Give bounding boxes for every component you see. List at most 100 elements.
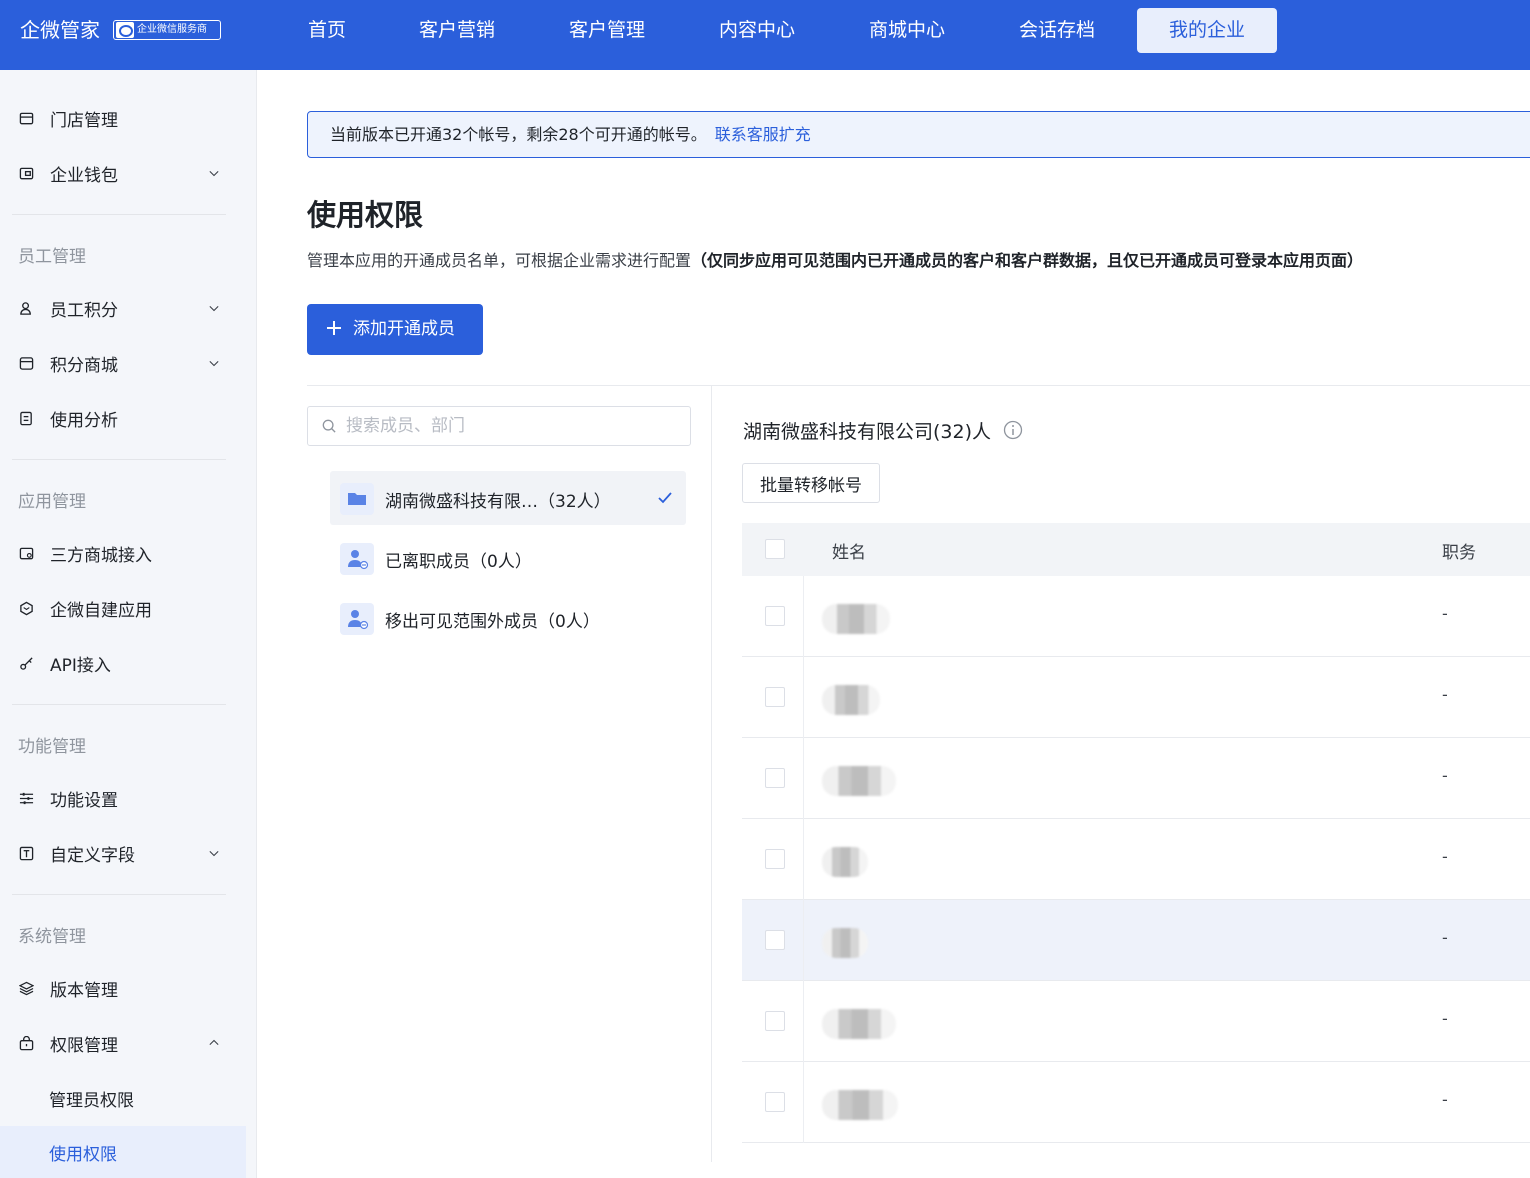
group-title-system: 系统管理 [18, 927, 86, 947]
sidebar-item-label: 使用权限 [49, 1145, 117, 1165]
blurred-avatar-name [822, 604, 890, 634]
group-title-apps: 应用管理 [18, 492, 86, 512]
table-row[interactable]: - [742, 657, 1530, 738]
contact-support-link[interactable]: 联系客服扩充 [715, 125, 811, 144]
cell-separator [803, 1062, 804, 1143]
sidebar-item-store[interactable]: 门店管理 [0, 98, 246, 138]
sidebar-item-custom-app[interactable]: 企微自建应用 [0, 588, 246, 628]
brand-logo[interactable]: 企微管家 [20, 16, 100, 44]
sidebar-item-wallet[interactable]: 企业钱包 [0, 153, 246, 193]
nav-customer-management[interactable]: 客户管理 [557, 8, 657, 53]
cube-icon [20, 601, 33, 615]
cell-separator [803, 576, 804, 657]
sidebar-item-label: 门店管理 [50, 110, 118, 131]
table-row[interactable]: - [742, 981, 1530, 1062]
user-points-icon [20, 301, 31, 315]
blurred-avatar-name [822, 685, 880, 715]
sidebar-item-label: 三方商城接入 [50, 545, 152, 566]
tree-item-out-of-scope[interactable]: 移出可见范围外成员（0人） [330, 591, 686, 645]
sidebar-item-feature-settings[interactable]: 功能设置 [0, 778, 246, 818]
nav-mall-center[interactable]: 商城中心 [857, 8, 957, 53]
section-divider [307, 385, 1530, 386]
nav-session-archive[interactable]: 会话存档 [1007, 8, 1107, 53]
tree-item-resigned[interactable]: 已离职成员（0人） [330, 531, 686, 585]
select-all-checkbox[interactable] [765, 539, 785, 559]
table-row[interactable]: - [742, 900, 1530, 981]
plus-icon [327, 321, 341, 335]
sidebar-item-third-party-mall[interactable]: 三方商城接入 [0, 533, 246, 573]
row-checkbox[interactable] [765, 606, 785, 626]
sidebar-divider [12, 459, 226, 460]
row-checkbox[interactable] [765, 930, 785, 950]
add-member-label: 添加开通成员 [353, 319, 455, 339]
column-header-position: 职务 [1442, 543, 1476, 563]
tree-item-label: 移出可见范围外成员（0人） [385, 612, 600, 632]
sliders-icon [19, 792, 34, 804]
account-notice-banner: 当前版本已开通32个帐号，剩余28个可开通的帐号。 联系客服扩充 [307, 111, 1530, 158]
sidebar-item-label: 权限管理 [50, 1035, 118, 1056]
sidebar-item-api[interactable]: API接入 [0, 643, 246, 683]
layers-icon [19, 981, 34, 995]
nav-home[interactable]: 首页 [297, 8, 357, 53]
sidebar: 门店管理 企业钱包 员工管理 员工积分 积分商城 使用分析 应用管理 三方商城接… [0, 70, 257, 1178]
chevron-down-icon [209, 360, 219, 367]
blurred-avatar-name [822, 928, 868, 958]
position-cell: - [1442, 928, 1448, 947]
blurred-avatar-name [822, 1009, 896, 1039]
page-description: 管理本应用的开通成员名单，可根据企业需求进行配置（仅同步应用可见范围内已开通成员… [307, 247, 1363, 271]
org-member-count-title: 湖南微盛科技有限公司(32)人 [743, 421, 992, 443]
nav-customer-marketing[interactable]: 客户营销 [407, 8, 507, 53]
table-row[interactable]: - [742, 738, 1530, 819]
group-title-features: 功能管理 [18, 737, 86, 757]
sidebar-divider [12, 214, 226, 215]
notice-text: 当前版本已开通32个帐号，剩余28个可开通的帐号。 [330, 125, 707, 144]
sidebar-item-custom-fields[interactable]: 自定义字段 [0, 833, 246, 873]
member-search-box[interactable] [307, 406, 691, 446]
folder-icon [340, 483, 374, 515]
batch-transfer-button[interactable]: 批量转移帐号 [742, 463, 880, 503]
sidebar-item-points-mall[interactable]: 积分商城 [0, 343, 246, 383]
sidebar-item-staff-points[interactable]: 员工积分 [0, 288, 246, 328]
row-checkbox[interactable] [765, 1011, 785, 1031]
cell-separator [803, 738, 804, 819]
sidebar-item-permissions[interactable]: 权限管理 [0, 1023, 246, 1063]
badge-label: 企业微信服务商 [137, 24, 207, 35]
row-checkbox[interactable] [765, 849, 785, 869]
table-row[interactable]: - [742, 819, 1530, 900]
search-icon [322, 419, 336, 433]
chevron-down-icon [209, 170, 219, 177]
blurred-avatar-name [822, 1090, 898, 1120]
analysis-icon [20, 411, 32, 425]
table-row[interactable]: - [742, 576, 1530, 657]
table-row[interactable]: - [742, 1062, 1530, 1143]
add-member-button[interactable]: 添加开通成员 [307, 304, 483, 355]
description-text: 管理本应用的开通成员名单，可根据企业需求进行配置 [307, 251, 692, 270]
sidebar-item-label: 企微自建应用 [50, 600, 152, 621]
sidebar-subitem-usage-permissions[interactable]: 使用权限 [0, 1126, 246, 1178]
check-icon [658, 492, 672, 504]
info-icon[interactable] [1003, 420, 1023, 440]
sidebar-subitem-admin-permissions[interactable]: 管理员权限 [0, 1072, 246, 1124]
sidebar-item-version[interactable]: 版本管理 [0, 968, 246, 1008]
nav-my-enterprise[interactable]: 我的企业 [1137, 8, 1277, 53]
row-checkbox[interactable] [765, 687, 785, 707]
search-input[interactable] [346, 413, 676, 439]
position-cell: - [1442, 1090, 1448, 1109]
text-field-icon [19, 846, 34, 860]
mall-connect-icon [19, 547, 34, 559]
tree-item-label: 已离职成员（0人） [385, 552, 532, 572]
nav-content-center[interactable]: 内容中心 [707, 8, 807, 53]
sidebar-item-usage-analysis[interactable]: 使用分析 [0, 398, 246, 438]
row-checkbox[interactable] [765, 1092, 785, 1112]
sidebar-item-label: 企业钱包 [50, 165, 118, 186]
sidebar-item-label: 版本管理 [50, 980, 118, 1001]
sidebar-item-label: API接入 [50, 655, 111, 676]
cell-separator [803, 819, 804, 900]
tree-item-company[interactable]: 湖南微盛科技有限…（32人） [330, 471, 686, 525]
group-title-staff: 员工管理 [18, 247, 86, 267]
sidebar-item-label: 员工积分 [50, 300, 118, 321]
lock-icon [19, 1035, 34, 1050]
cell-separator [803, 981, 804, 1062]
row-checkbox[interactable] [765, 768, 785, 788]
blurred-avatar-name [822, 847, 868, 877]
